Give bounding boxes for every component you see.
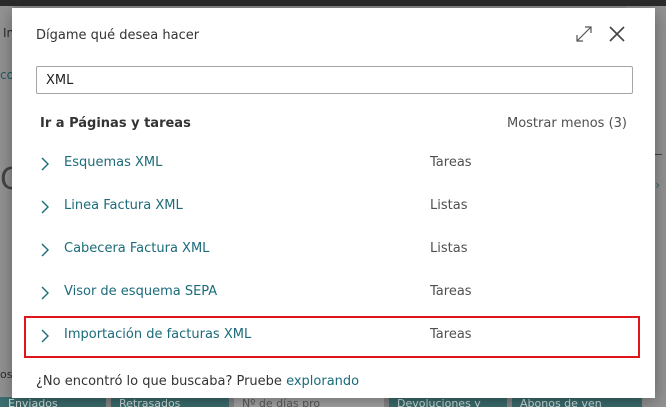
background-tile: Retrasados: [111, 397, 229, 407]
section-title: Ir a Páginas y tareas: [40, 116, 191, 131]
result-item-name: Linea Factura XML: [64, 198, 183, 213]
chevron-right-icon: [41, 157, 49, 171]
show-less-link[interactable]: Mostrar menos (3): [507, 116, 627, 131]
footer-text: ¿No encontró lo que buscaba? Pruebe: [36, 374, 287, 389]
background-tile: Nº de días pro: [234, 397, 384, 407]
tell-me-dialog: Dígame qué desea hacer Ir a Páginas y ta…: [12, 8, 655, 398]
result-item[interactable]: Visor de esquema SEPA Tareas: [26, 271, 638, 314]
background-tile: Devoluciones y: [389, 397, 507, 407]
result-item-name: Esquemas XML: [64, 155, 163, 170]
result-item-name: Importación de facturas XML: [64, 327, 252, 342]
result-item-category: Listas: [430, 241, 468, 256]
result-item[interactable]: Cabecera Factura XML Listas: [26, 228, 638, 271]
result-item[interactable]: Linea Factura XML Listas: [26, 185, 638, 228]
chevron-right-icon: [41, 286, 49, 300]
chevron-right-icon: [41, 329, 49, 343]
chevron-right-icon: [41, 243, 49, 257]
result-item-category: Tareas: [430, 284, 472, 299]
result-item-name: Visor de esquema SEPA: [64, 284, 218, 299]
dialog-title: Dígame qué desea hacer: [36, 28, 200, 43]
chevron-right-icon: [41, 200, 49, 214]
result-list: Esquemas XML Tareas Linea Factura XML Li…: [26, 142, 638, 357]
background-tile: Enviados: [0, 397, 106, 407]
result-item-category: Listas: [430, 198, 468, 213]
close-icon[interactable]: [607, 24, 627, 44]
result-item-name: Cabecera Factura XML: [64, 241, 210, 256]
background-text: os: [0, 368, 13, 381]
result-item-category: Tareas: [430, 155, 472, 170]
background-chevron-icon: ›: [655, 178, 660, 192]
result-item[interactable]: Esquemas XML Tareas: [26, 142, 638, 185]
search-input[interactable]: [36, 66, 633, 94]
background-tile: Abonos de ven: [512, 397, 642, 407]
expand-icon[interactable]: [575, 25, 593, 43]
explore-link[interactable]: explorando: [286, 374, 359, 389]
footer-hint: ¿No encontró lo que buscaba? Pruebe expl…: [36, 374, 359, 389]
result-item[interactable]: Importación de facturas XML Tareas: [26, 314, 638, 357]
background-top-bar: [0, 0, 666, 6]
result-item-category: Tareas: [430, 327, 472, 342]
background-tiles: Enviados Retrasados Nº de días pro Devol…: [0, 397, 666, 407]
